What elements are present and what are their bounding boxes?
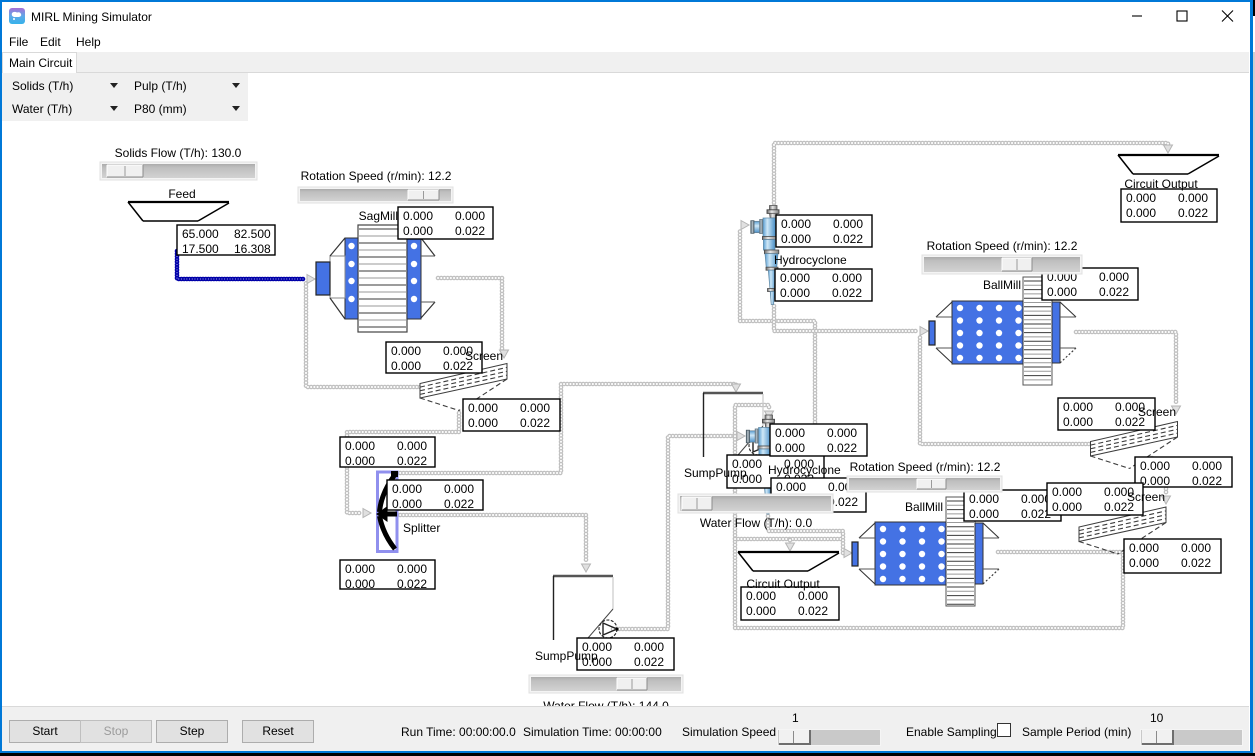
- svg-text:0.000: 0.000: [1181, 541, 1211, 555]
- svg-text:0.000: 0.000: [634, 640, 664, 654]
- svg-text:0.000: 0.000: [1047, 285, 1077, 299]
- svg-text:0.022: 0.022: [1178, 206, 1208, 220]
- svg-text:0.022: 0.022: [397, 454, 427, 468]
- svg-text:0.000: 0.000: [345, 439, 375, 453]
- svg-text:0.000: 0.000: [391, 344, 421, 358]
- svg-text:0.000: 0.000: [1052, 485, 1082, 499]
- svg-text:0.000: 0.000: [345, 454, 375, 468]
- svg-text:0.000: 0.000: [444, 482, 474, 496]
- svg-text:0.022: 0.022: [520, 416, 550, 430]
- svg-text:16.308: 16.308: [234, 242, 271, 256]
- svg-text:0.022: 0.022: [832, 286, 862, 300]
- svg-text:82.500: 82.500: [234, 227, 271, 241]
- svg-text:0.000: 0.000: [780, 286, 810, 300]
- svg-text:Splitter: Splitter: [403, 521, 440, 535]
- svg-text:0.022: 0.022: [455, 224, 485, 238]
- svg-text:0.000: 0.000: [1126, 206, 1156, 220]
- svg-text:0.000: 0.000: [1178, 191, 1208, 205]
- svg-text:0.000: 0.000: [1140, 459, 1170, 473]
- svg-text:0.000: 0.000: [1063, 415, 1093, 429]
- svg-text:BallMill: BallMill: [983, 278, 1021, 292]
- svg-text:0.000: 0.000: [746, 589, 776, 603]
- svg-text:0.000: 0.000: [833, 217, 863, 231]
- svg-text:0.000: 0.000: [345, 562, 375, 576]
- svg-text:0.000: 0.000: [775, 426, 805, 440]
- svg-text:Hydrocyclone: Hydrocyclone: [768, 463, 841, 477]
- svg-text:0.000: 0.000: [392, 482, 422, 496]
- svg-text:0.000: 0.000: [780, 271, 810, 285]
- svg-text:Circuit Output: Circuit Output: [1124, 177, 1198, 191]
- svg-text:0.000: 0.000: [969, 492, 999, 506]
- svg-text:0.000: 0.000: [1192, 459, 1222, 473]
- svg-text:SagMill: SagMill: [359, 209, 398, 223]
- svg-text:0.000: 0.000: [397, 562, 427, 576]
- svg-text:Feed: Feed: [168, 187, 195, 201]
- svg-text:0.022: 0.022: [827, 441, 857, 455]
- svg-text:0.000: 0.000: [798, 589, 828, 603]
- svg-text:Screen: Screen: [1138, 405, 1176, 419]
- svg-text:0.000: 0.000: [832, 271, 862, 285]
- svg-text:0.000: 0.000: [746, 604, 776, 618]
- svg-text:SumpPump: SumpPump: [535, 649, 598, 663]
- svg-text:BallMill: BallMill: [905, 500, 943, 514]
- svg-text:Solids Flow (T/h): 130.0: Solids Flow (T/h): 130.0: [115, 146, 242, 160]
- svg-text:0.000: 0.000: [827, 426, 857, 440]
- svg-text:0.000: 0.000: [392, 497, 422, 511]
- svg-text:0.022: 0.022: [833, 232, 863, 246]
- svg-text:0.000: 0.000: [403, 209, 433, 223]
- svg-text:Hydrocyclone: Hydrocyclone: [774, 253, 847, 267]
- svg-text:0.000: 0.000: [520, 401, 550, 415]
- svg-text:0.022: 0.022: [798, 604, 828, 618]
- svg-text:0.000: 0.000: [345, 577, 375, 591]
- svg-text:Screen: Screen: [1127, 490, 1165, 504]
- svg-text:0.000: 0.000: [969, 507, 999, 521]
- svg-text:0.000: 0.000: [1140, 474, 1170, 488]
- svg-text:0.000: 0.000: [781, 232, 811, 246]
- svg-text:0.022: 0.022: [397, 577, 427, 591]
- svg-text:0.000: 0.000: [468, 401, 498, 415]
- svg-text:0.000: 0.000: [775, 441, 805, 455]
- svg-text:0.000: 0.000: [397, 439, 427, 453]
- svg-text:0.000: 0.000: [1052, 500, 1082, 514]
- svg-text:Rotation Speed (r/min): 12.2: Rotation Speed (r/min): 12.2: [927, 239, 1078, 253]
- svg-text:0.022: 0.022: [634, 655, 664, 669]
- svg-text:0.000: 0.000: [455, 209, 485, 223]
- svg-text:0.022: 0.022: [444, 497, 474, 511]
- svg-text:0.000: 0.000: [1129, 541, 1159, 555]
- svg-text:Screen: Screen: [465, 349, 503, 363]
- svg-text:17.500: 17.500: [182, 242, 219, 256]
- svg-text:0.000: 0.000: [1099, 270, 1129, 284]
- svg-text:0.000: 0.000: [403, 224, 433, 238]
- svg-text:0.000: 0.000: [468, 416, 498, 430]
- svg-text:0.022: 0.022: [1181, 556, 1211, 570]
- svg-text:0.022: 0.022: [1099, 285, 1129, 299]
- svg-text:0.000: 0.000: [391, 359, 421, 373]
- svg-text:Rotation Speed (r/min): 12.2: Rotation Speed (r/min): 12.2: [301, 169, 452, 183]
- svg-text:Circuit Output: Circuit Output: [746, 577, 820, 591]
- svg-text:Rotation Speed (r/min): 12.2: Rotation Speed (r/min): 12.2: [850, 460, 1001, 474]
- svg-text:Water Flow (T/h): 0.0: Water Flow (T/h): 0.0: [700, 516, 813, 530]
- svg-text:0.022: 0.022: [1192, 474, 1222, 488]
- svg-text:0.000: 0.000: [1126, 191, 1156, 205]
- svg-text:SumpPump: SumpPump: [684, 466, 747, 480]
- svg-text:0.000: 0.000: [1129, 556, 1159, 570]
- svg-text:0.000: 0.000: [781, 217, 811, 231]
- svg-text:0.000: 0.000: [776, 480, 806, 494]
- svg-text:0.000: 0.000: [1063, 400, 1093, 414]
- svg-text:65.000: 65.000: [182, 227, 219, 241]
